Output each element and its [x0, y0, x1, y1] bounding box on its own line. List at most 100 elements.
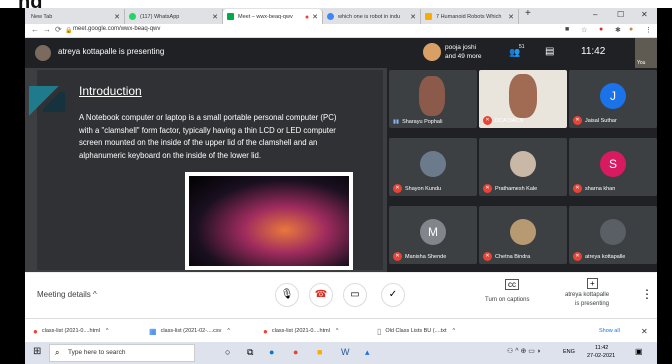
people-count: 51: [519, 44, 525, 50]
close-icon[interactable]: ✕: [212, 13, 218, 21]
address-bar: ← → ⟳ 🔒 meet.google.com/wwx-beaq-qwv ■ ☆…: [25, 24, 657, 38]
participant-name: Shayon Kundu: [405, 185, 442, 192]
tab-whatsapp[interactable]: (117) WhatsApp ✕: [125, 9, 223, 24]
download-item[interactable]: ● class-list (2021-0....html ^: [33, 324, 109, 338]
notification-icon[interactable]: ▣: [635, 347, 643, 356]
chrome-icon: ●: [33, 326, 38, 336]
close-window-button[interactable]: ✕: [641, 10, 648, 19]
minimize-button[interactable]: –: [593, 10, 597, 19]
camera-button[interactable]: ▭: [343, 283, 367, 307]
participant-tile[interactable]: M ✕ Manisha Shende: [389, 206, 477, 264]
close-icon[interactable]: ✕: [508, 13, 514, 21]
windows-start-icon[interactable]: ⊞: [33, 346, 41, 357]
app-icon[interactable]: ▴: [365, 347, 370, 358]
close-icon[interactable]: ✕: [410, 13, 416, 21]
site-icon: [425, 13, 432, 20]
presenter-name: atreya kottapalle: [565, 292, 610, 298]
participant-grid: ▮▮ Sharayu Pophali ✕ DCA DACN J ✕ Jaisal Su…: [387, 68, 657, 272]
participant-tile[interactable]: J ✕ Jaisal Suthar: [569, 70, 657, 128]
taskbar: ⊞ ⌕ Type here to search ○ ⧉ ● ● ■ W ▴ ⚇ …: [25, 342, 657, 364]
speaking-icon: ▮▮: [393, 119, 400, 125]
chat-icon[interactable]: ▤: [545, 46, 554, 57]
left-border: [0, 8, 25, 364]
csv-icon: ▦: [149, 326, 157, 336]
download-item[interactable]: ▦ class-list (2021-02-....csv ^: [149, 324, 230, 338]
participant-name: sharna khan: [585, 185, 616, 192]
participant-tile[interactable]: ✕ DCA DACN: [479, 70, 567, 128]
show-all-button[interactable]: Show all: [599, 324, 620, 338]
leave-call-button[interactable]: ☎: [309, 283, 333, 307]
close-downloads-icon[interactable]: ✕: [641, 324, 648, 338]
close-icon[interactable]: ✕: [114, 13, 120, 21]
profile-avatar[interactable]: ●: [629, 26, 633, 33]
store-icon[interactable]: ■: [317, 347, 322, 357]
avatar: [510, 219, 536, 245]
tray-icons[interactable]: ⚇ ^ ⊕ ▭ ◗: [507, 347, 541, 355]
raise-hand-button[interactable]: ✓: [381, 283, 405, 307]
chevron-up-icon[interactable]: ^: [227, 328, 230, 334]
mic-off-icon: ✕: [573, 252, 582, 261]
self-view: You: [635, 38, 657, 68]
maximize-button[interactable]: ☐: [617, 10, 624, 19]
clock-date[interactable]: 27-02-2021: [587, 353, 615, 359]
avatar: [510, 151, 536, 177]
participant-name: DCA DACN: [495, 117, 524, 124]
tab-google-search[interactable]: which one is robot in indu ✕: [323, 9, 421, 24]
participant-name: Jaisal Suthar: [585, 117, 617, 124]
url-field[interactable]: meet.google.com/wwx-beaq-qwv: [73, 26, 160, 32]
mic-off-icon: ✕: [573, 184, 582, 193]
presenting-text: atreya kottapalle is presenting: [58, 47, 165, 56]
more-options-icon[interactable]: ⋮: [641, 287, 653, 301]
slide: Introduction A Notebook computer or lapt…: [29, 70, 383, 270]
participant-name: atreya kottapalle: [585, 253, 626, 260]
tab-humanoid-robots[interactable]: 7 Humanoid Robots Which ✕: [421, 9, 519, 24]
participant-tile[interactable]: ✕ Shayon Kundu: [389, 138, 477, 196]
participant-name: Sharayu Pophali: [402, 119, 443, 125]
lock-icon: 🔒: [65, 28, 73, 34]
video-person: [509, 74, 537, 118]
search-placeholder: Type here to search: [68, 349, 126, 356]
camera-icon[interactable]: ■: [565, 26, 569, 33]
star-icon[interactable]: ☆: [581, 26, 587, 34]
avatar: M: [420, 219, 446, 245]
tab-meet[interactable]: Meet – wwx-beaq-qwv ● ✕: [223, 9, 323, 24]
chevron-up-icon[interactable]: ^: [453, 328, 456, 334]
avatar: J: [600, 83, 626, 109]
cortana-icon[interactable]: ○: [225, 347, 230, 357]
meet-controls: Meeting details ^ 🎙 ☎ ▭ ✓ cc Turn on cap…: [25, 272, 657, 318]
menu-icon[interactable]: ⋮: [645, 26, 652, 34]
mic-off-icon: ✕: [393, 252, 402, 261]
extension-red-icon[interactable]: ●: [599, 26, 603, 33]
participant-tile[interactable]: ▮▮ Sharayu Pophali: [389, 70, 477, 128]
search-box[interactable]: ⌕ Type here to search: [49, 344, 195, 362]
participant-tile[interactable]: ✕ atreya kottapalle: [569, 206, 657, 264]
captions-icon[interactable]: cc: [505, 279, 519, 290]
meeting-details-button[interactable]: Meeting details ^: [37, 290, 97, 299]
google-icon: [327, 13, 334, 20]
participant-tile[interactable]: ✕ Chetna Bindra: [479, 206, 567, 264]
download-item[interactable]: ● class-list (2021-0....html ^: [263, 324, 339, 338]
clock-time[interactable]: 11:42: [595, 345, 608, 351]
back-icon[interactable]: ←: [31, 25, 39, 34]
reload-icon[interactable]: ⟳: [55, 25, 62, 34]
participant-tile[interactable]: S ✕ sharna khan: [569, 138, 657, 196]
chevron-up-icon[interactable]: ^: [106, 328, 109, 334]
chevron-up-icon[interactable]: ^: [336, 328, 339, 334]
mic-off-icon: ✕: [483, 252, 492, 261]
forward-icon[interactable]: →: [43, 25, 51, 34]
new-tab-button[interactable]: +: [525, 8, 531, 19]
present-icon[interactable]: +: [587, 278, 598, 289]
captions-button[interactable]: Turn on captions: [485, 297, 529, 303]
chrome-taskbar-icon[interactable]: ●: [293, 347, 298, 357]
download-item[interactable]: ▯ Old Class Lists BU (....txt ^: [377, 324, 455, 338]
word-icon[interactable]: W: [341, 347, 350, 357]
extensions-icon[interactable]: ✱: [615, 26, 621, 34]
task-view-icon[interactable]: ⧉: [247, 347, 253, 358]
language-indicator[interactable]: ENG: [563, 349, 575, 355]
mic-button[interactable]: 🎙: [275, 283, 299, 307]
participant-tile[interactable]: ✕ Prathamesh Kale: [479, 138, 567, 196]
edge-icon[interactable]: ●: [269, 347, 274, 357]
close-icon[interactable]: ● ✕: [305, 13, 318, 21]
laptop-image: [185, 172, 353, 270]
tab-new-tab[interactable]: New Tab ✕: [27, 9, 125, 24]
